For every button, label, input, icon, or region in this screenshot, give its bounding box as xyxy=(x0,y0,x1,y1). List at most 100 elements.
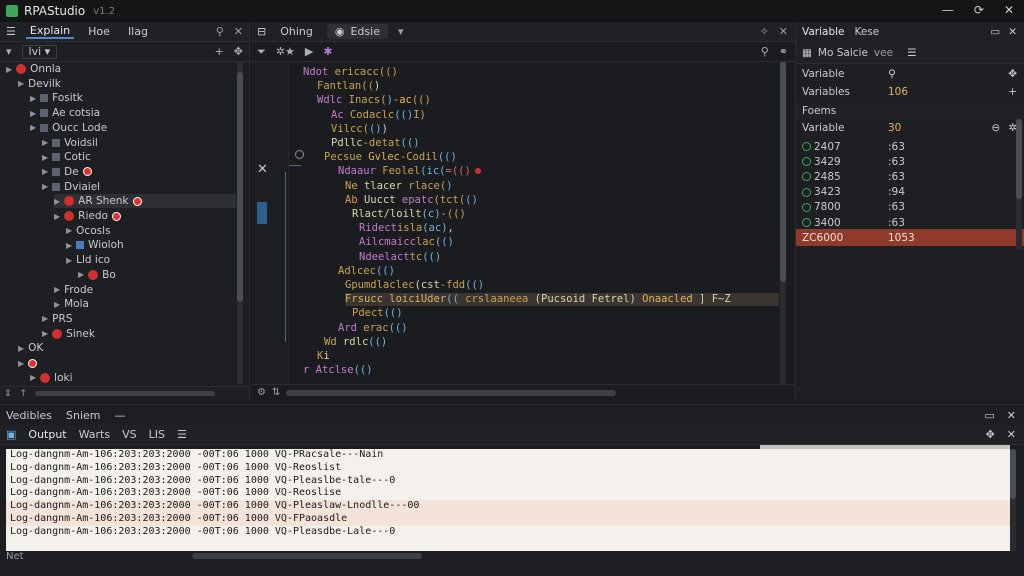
tree-node[interactable]: ▶ PRS xyxy=(42,312,72,326)
add-var-icon[interactable]: + xyxy=(1008,86,1017,98)
code-line[interactable]: Rlact/loilt(c)-(() xyxy=(352,208,466,221)
code-line[interactable]: r Atclse(() xyxy=(303,364,373,377)
code-line[interactable]: Ard erac(() xyxy=(338,322,408,335)
selected-variable-row[interactable]: ZC6000 1053 xyxy=(796,229,1024,246)
editor-hscrollbar[interactable] xyxy=(286,389,617,396)
gear-icon[interactable]: ⚙ xyxy=(257,387,266,398)
expand-arrow-icon[interactable]: ▶ xyxy=(30,373,36,382)
tab-output[interactable]: Output xyxy=(28,428,66,441)
tree-node[interactable]: ▶ AR Shenk xyxy=(54,194,236,209)
tab-lis[interactable]: LIS xyxy=(149,428,165,441)
close-output-icon[interactable]: ✕ xyxy=(1007,409,1016,422)
grid-icon[interactable]: ▦ xyxy=(802,47,812,59)
close-sub-icon[interactable]: ✕ xyxy=(1007,428,1016,441)
expand-arrow-icon[interactable]: ▶ xyxy=(30,109,36,118)
editor-vscrollbar[interactable] xyxy=(780,62,786,384)
tree-node[interactable]: ▶ xyxy=(18,356,41,370)
tab-dropdown-icon[interactable]: ▾ xyxy=(398,25,404,38)
tab-kese[interactable]: Kese xyxy=(855,26,880,38)
tree-node[interactable]: ▶ Onnla xyxy=(6,62,61,76)
code-line[interactable]: Frsucc loiciUder(( crslaaneea (Pucsoid F… xyxy=(345,293,779,307)
tree-node[interactable]: ▶ Lld ico xyxy=(66,253,110,267)
split-icon[interactable]: ⊟ xyxy=(257,25,266,38)
expand-arrow-icon[interactable]: ▶ xyxy=(54,212,60,221)
tree-node[interactable]: ▶ Voidsil xyxy=(42,136,98,150)
code-area[interactable]: Ndot ericacc(() Fantlan(() Wdlc Inacs()-ac… xyxy=(289,62,779,384)
tab-explain[interactable]: Explain xyxy=(25,24,75,39)
code-line[interactable]: Pecsue Gvlec-Codil(() xyxy=(324,151,457,164)
clear-output-icon[interactable]: ☰ xyxy=(177,428,187,441)
code-line[interactable]: Ndaaur Feolel(ic(=(() xyxy=(338,165,481,178)
tree-node[interactable]: ▶ Riedo xyxy=(54,209,121,223)
code-line[interactable]: Ailcmaicclac(() xyxy=(359,236,454,249)
restore-icon[interactable]: ⟳ xyxy=(974,3,984,17)
breakpoint-icon[interactable] xyxy=(474,168,481,175)
code-line[interactable]: Fantlan(() xyxy=(317,80,380,93)
refresh-icon[interactable]: ⊖ xyxy=(991,122,1000,134)
close-right-icon[interactable]: ✕ xyxy=(1008,26,1017,38)
tab-sniem[interactable]: Sniem xyxy=(66,409,101,422)
tree-scrollbar[interactable] xyxy=(237,62,243,384)
pin-var-icon[interactable]: ✥ xyxy=(1008,68,1017,80)
options-icon[interactable]: ⚭ xyxy=(779,45,788,58)
tree-node[interactable]: ▶ Fositk xyxy=(30,91,83,105)
add-icon[interactable]: + xyxy=(215,45,224,58)
expand-arrow-icon[interactable]: ▶ xyxy=(66,256,72,265)
run-icon[interactable]: ▶ xyxy=(305,45,313,58)
code-line[interactable]: Ki xyxy=(317,350,330,363)
filter-icon[interactable]: ▾ xyxy=(6,45,12,58)
arrow-icon[interactable]: ↑ xyxy=(20,389,28,399)
bookmark-icon[interactable] xyxy=(257,202,267,224)
expand-arrow-icon[interactable]: ▶ xyxy=(42,182,48,191)
close-tab-icon[interactable]: ✕ xyxy=(257,162,268,177)
tree-node[interactable]: ▶ Mola xyxy=(54,297,89,311)
log-scrollbar[interactable] xyxy=(1010,449,1016,551)
tree-node[interactable]: ▶ Bo xyxy=(78,268,116,282)
tab-hoe[interactable]: Hoe xyxy=(84,25,114,38)
expand-arrow-icon[interactable]: ▶ xyxy=(54,285,60,294)
tree-node[interactable]: ▶ De xyxy=(42,165,92,179)
code-line[interactable]: Wd rdlc(() xyxy=(324,336,387,349)
close-editor-icon[interactable]: ✕ xyxy=(779,25,788,38)
tab-vedibles[interactable]: Vedibles xyxy=(6,409,52,422)
code-line[interactable]: Ndeelacttc(() xyxy=(359,251,441,264)
code-line[interactable]: Gpumdlaclec(cst-fdd(() xyxy=(345,279,484,292)
expand-arrow-icon[interactable]: ▶ xyxy=(18,79,24,88)
code-line[interactable]: Ab Uucct epatc(tct(() xyxy=(345,194,478,207)
log-output[interactable]: Log-dangnm-Am-106:203:203:2000 -00T:06 1… xyxy=(6,449,1010,551)
lightbulb-icon[interactable]: ✧ xyxy=(760,25,769,38)
code-line[interactable]: Wdlc Inacs()-ac(() xyxy=(317,94,431,107)
page-icon[interactable]: ▭ xyxy=(990,26,1000,38)
favorite-icon[interactable]: ✲★ xyxy=(276,45,295,58)
tree-node[interactable]: ▶ Ocosls xyxy=(66,224,110,238)
tree-node[interactable]: ▶ Dviaiel xyxy=(42,180,100,194)
expand-arrow-icon[interactable]: ▶ xyxy=(30,123,36,132)
expand-arrow-icon[interactable]: ▶ xyxy=(42,314,48,323)
tree-node[interactable]: ▶ loki xyxy=(30,371,73,385)
tree-node[interactable]: ▶ Sinek xyxy=(42,327,95,341)
tab-edsie[interactable]: ◉ Edsie xyxy=(326,24,388,39)
minimize-icon[interactable]: — xyxy=(942,3,954,17)
tree-node[interactable]: ▶ Frode xyxy=(54,283,93,297)
menu-icon[interactable]: ☰ xyxy=(6,25,16,38)
expand-arrow-icon[interactable]: ▶ xyxy=(6,65,12,74)
code-line[interactable]: Ndot ericacc(() xyxy=(303,66,398,79)
tree-node[interactable]: ▶ Ae cotsia xyxy=(30,106,100,120)
code-line[interactable]: Ne tlacer rlace() xyxy=(345,180,453,193)
tree-hscrollbar[interactable] xyxy=(35,391,216,396)
tab-ohing[interactable]: Ohing xyxy=(276,25,317,38)
variable-row[interactable]: Variable ⚲ ✥ xyxy=(796,65,1024,82)
expand-arrow-icon[interactable]: ▶ xyxy=(54,197,60,206)
tab-warts[interactable]: Warts xyxy=(79,428,110,441)
code-line[interactable]: Vilcc(()) xyxy=(331,123,388,136)
log-hscrollbar[interactable] xyxy=(191,553,422,559)
view-dropdown[interactable]: lvi ▾ xyxy=(21,44,58,59)
expand-arrow-icon[interactable]: ▶ xyxy=(54,300,60,309)
code-line[interactable]: Ac Codaclc(()I) xyxy=(331,109,426,122)
tab-ilag[interactable]: Ilag xyxy=(124,25,152,38)
tab-variable[interactable]: Variable xyxy=(802,26,845,38)
code-line[interactable]: Pdllc-detat(() xyxy=(331,137,420,150)
nav-icon[interactable]: ⇅ xyxy=(272,387,280,398)
variables-scrollbar[interactable] xyxy=(1016,119,1022,249)
settings-icon[interactable]: ⚲ xyxy=(761,45,769,58)
